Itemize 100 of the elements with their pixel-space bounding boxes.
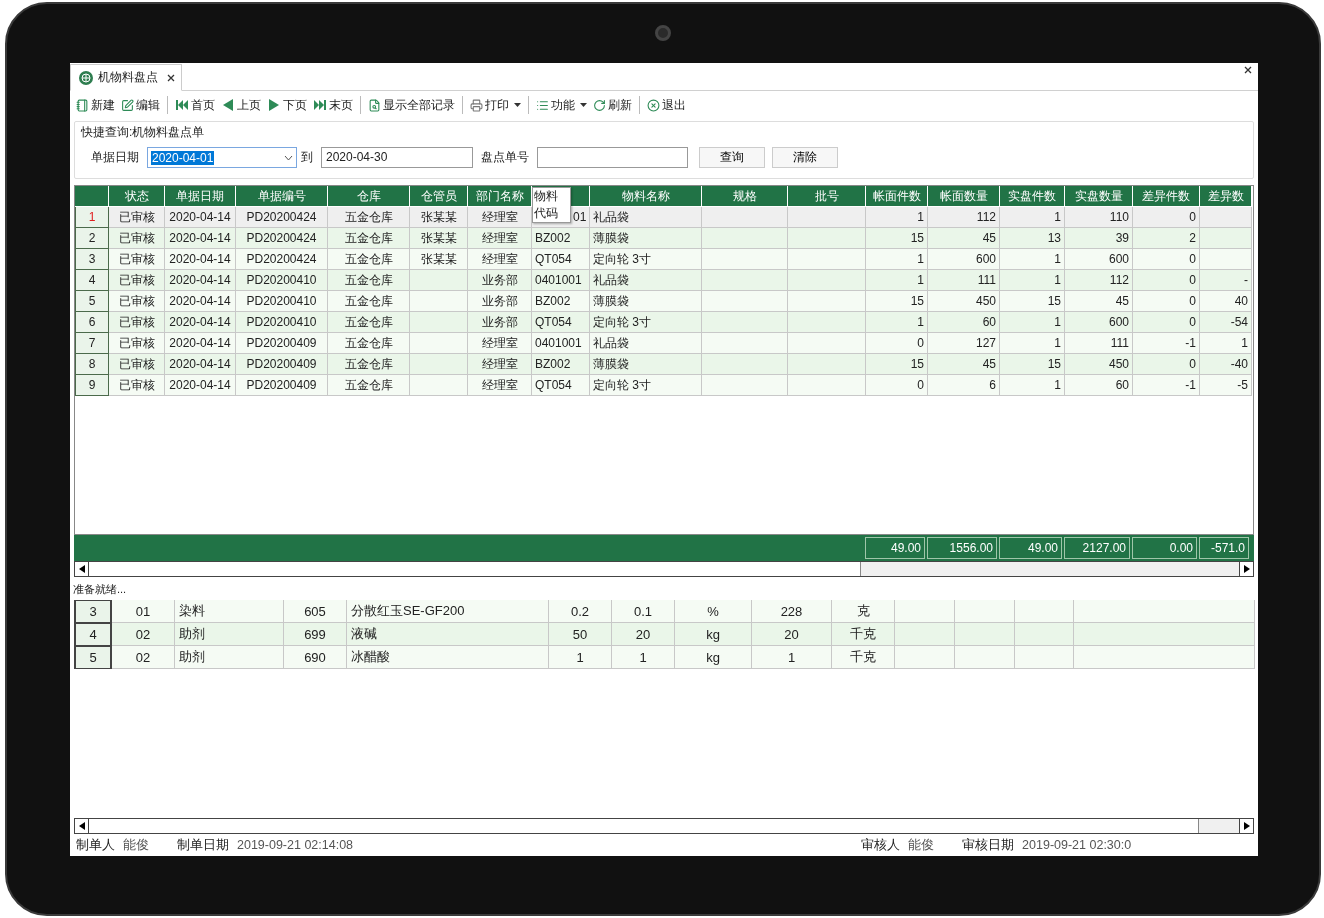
table-cell: 分散红玉SE-GF200	[347, 600, 549, 623]
table-cell: BZ002	[532, 228, 590, 249]
footer-value: 2019-09-21 02:14:08	[237, 838, 354, 852]
total-value: 0.00	[1132, 537, 1197, 559]
table-cell: BZ002	[532, 291, 590, 312]
table-cell: 0	[1133, 270, 1200, 291]
table-cell: PD20200424	[236, 228, 328, 249]
table-cell: 2020-04-14	[165, 375, 236, 396]
table-cell: 2020-04-14	[165, 291, 236, 312]
table-cell: 0	[1133, 207, 1200, 228]
table-cell: 605	[284, 600, 347, 623]
table-cell: 1	[1000, 312, 1065, 333]
table-cell: kg	[675, 623, 752, 646]
table-cell: 0.1	[612, 600, 675, 623]
table-cell: 已审核	[109, 249, 165, 270]
table-cell: 克	[832, 600, 895, 623]
table-cell: 450	[1065, 354, 1133, 375]
table-cell: 02	[112, 646, 175, 669]
table-cell: 15	[866, 354, 928, 375]
table-cell: 2020-04-14	[165, 228, 236, 249]
footer-label: 审核日期	[962, 836, 1015, 854]
table-cell: 1	[1000, 207, 1065, 228]
table-cell: 已审核	[109, 354, 165, 375]
footer-label: 制单日期	[177, 836, 229, 854]
table-cell: PD20200409	[236, 354, 328, 375]
table-cell: BZ002	[532, 354, 590, 375]
table-cell: 张某某	[410, 228, 468, 249]
table-cell: -1	[1133, 333, 1200, 354]
table-cell: 业务部	[468, 291, 532, 312]
table-cell: 1	[1000, 375, 1065, 396]
table-cell: 15	[1000, 354, 1065, 375]
table-cell: 0	[1133, 291, 1200, 312]
table-cell: 45	[928, 354, 1000, 375]
footer-value: 2019-09-21 02:30:0	[1022, 838, 1132, 852]
total-value: -571.0	[1199, 537, 1249, 559]
table-cell: 薄膜袋	[590, 228, 702, 249]
table-cell: 15	[866, 291, 928, 312]
footer-value: 能俊	[908, 836, 935, 854]
table-cell: 6	[928, 375, 1000, 396]
table-cell: PD20200424	[236, 249, 328, 270]
table-cell: 60	[1065, 375, 1133, 396]
table-cell: 五金仓库	[328, 270, 410, 291]
table-cell: -	[1200, 270, 1252, 291]
table-cell: QT054	[532, 375, 590, 396]
table-cell: 液碱	[347, 623, 549, 646]
table-cell: 薄膜袋	[590, 354, 702, 375]
table-cell: 张某某	[410, 207, 468, 228]
table-cell: 20	[752, 623, 832, 646]
total-value: 1556.00	[927, 537, 997, 559]
footer-value: 能俊	[123, 836, 149, 854]
table-cell: 127	[928, 333, 1000, 354]
table-cell: 1	[1000, 333, 1065, 354]
footer-label: 制单人	[76, 836, 115, 854]
total-value: 49.00	[999, 537, 1062, 559]
table-cell: 已审核	[109, 312, 165, 333]
table-cell: 1	[549, 646, 612, 669]
table-cell: 五金仓库	[328, 207, 410, 228]
table-cell: 经理室	[468, 228, 532, 249]
table-cell: 2020-04-14	[165, 312, 236, 333]
status-text: 准备就绪...	[72, 582, 128, 597]
table-cell: 13	[1000, 228, 1065, 249]
table-cell: 0401001	[532, 333, 590, 354]
table-cell: 已审核	[109, 333, 165, 354]
table-cell: -5	[1200, 375, 1252, 396]
table-cell: 已审核	[109, 375, 165, 396]
table-cell: 0	[1133, 312, 1200, 333]
table-cell: PD20200409	[236, 333, 328, 354]
table-cell: 冰醋酸	[347, 646, 549, 669]
table-cell: 薄膜袋	[590, 291, 702, 312]
table-cell: 450	[928, 291, 1000, 312]
table-cell: -1	[1133, 375, 1200, 396]
table-cell: 染料	[175, 600, 284, 623]
table-cell: PD20200410	[236, 270, 328, 291]
table-cell: 600	[928, 249, 1000, 270]
table-cell: 2020-04-14	[165, 249, 236, 270]
table-cell: 15	[866, 228, 928, 249]
table-cell: 600	[1065, 249, 1133, 270]
table-cell: 0401001	[532, 270, 590, 291]
table-cell: 1	[866, 270, 928, 291]
table-cell: PD20200410	[236, 312, 328, 333]
field-label: 盘点单号	[481, 149, 529, 166]
table-cell: 经理室	[468, 249, 532, 270]
table-cell: 2020-04-14	[165, 333, 236, 354]
table-cell: 1	[1000, 249, 1065, 270]
table-cell: 0.2	[549, 600, 612, 623]
table-cell: 已审核	[109, 228, 165, 249]
table-cell: 1	[752, 646, 832, 669]
table-cell: 110	[1065, 207, 1133, 228]
table-cell: kg	[675, 646, 752, 669]
table-cell: 50	[549, 623, 612, 646]
table-cell: 228	[752, 600, 832, 623]
table-cell: 02	[112, 623, 175, 646]
table-cell: 已审核	[109, 207, 165, 228]
table-cell: 1	[866, 312, 928, 333]
field-label: 单据日期	[91, 149, 139, 166]
table-cell: 五金仓库	[328, 312, 410, 333]
table-cell: 1	[866, 249, 928, 270]
table-cell: 1	[1000, 270, 1065, 291]
panel-title: 快捷查询:机物料盘点单	[80, 124, 206, 141]
table-cell: 礼品袋	[590, 333, 702, 354]
